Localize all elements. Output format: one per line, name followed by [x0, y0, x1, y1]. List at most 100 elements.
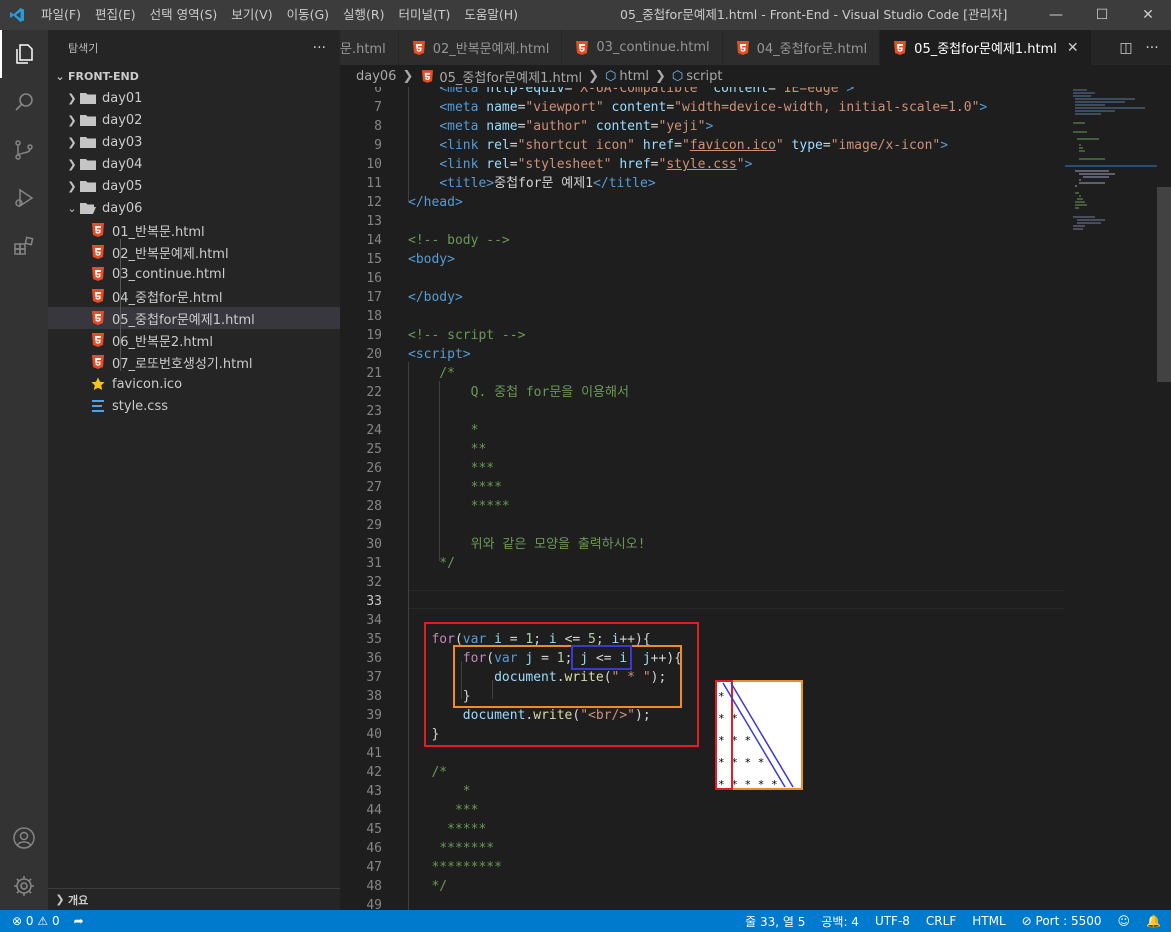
live-server-port[interactable]: ⊘ Port : 5500	[1022, 914, 1102, 928]
menu-go[interactable]: 이동(G)	[280, 0, 336, 30]
outline-section[interactable]: ❯ 개요	[48, 888, 340, 910]
tree-indent-guide	[120, 239, 121, 371]
folder-day06[interactable]: ⌄ day06	[48, 197, 340, 219]
folder-day03[interactable]: ❯ day03	[48, 131, 340, 153]
code-line: 28 *****	[366, 499, 510, 514]
tab-01-partial[interactable]: 문.html	[340, 30, 399, 65]
menu-terminal[interactable]: 터미널(T)	[392, 0, 458, 30]
live-share-icon[interactable]: ➦	[74, 914, 84, 928]
minimize-button[interactable]: —	[1033, 0, 1079, 30]
file-06[interactable]: 06_반복문2.html	[48, 329, 340, 351]
encoding-status[interactable]: UTF-8	[875, 914, 910, 928]
html5-icon	[735, 40, 751, 56]
chevron-right-icon: ❯	[588, 68, 600, 84]
folder-day05[interactable]: ❯ day05	[48, 175, 340, 197]
folder-icon	[80, 178, 96, 194]
code-line: 31 */	[366, 556, 455, 571]
code-line: 47 *********	[366, 860, 502, 875]
code-line: 11 <title>중첩for문 예제1</title>	[366, 176, 656, 191]
settings-gear-icon[interactable]	[0, 862, 48, 910]
file-07[interactable]: 07_로또번호생성기.html	[48, 351, 340, 373]
file-02[interactable]: 02_반복문예제.html	[48, 241, 340, 263]
file-04[interactable]: 04_중첩for문.html	[48, 285, 340, 307]
menu-edit[interactable]: 편집(E)	[88, 0, 143, 30]
minimap[interactable]	[1065, 87, 1157, 910]
warning-count: 0	[51, 914, 60, 928]
run-debug-icon[interactable]	[0, 174, 48, 222]
file-01[interactable]: 01_반복문.html	[48, 219, 340, 241]
source-control-icon[interactable]	[0, 126, 48, 174]
tab-label: 05_중첩for문예제1.html	[914, 42, 1057, 57]
errors-status[interactable]: ⊗ 0 ⚠ 0	[12, 914, 60, 928]
breadcrumb-folder[interactable]: day06	[356, 69, 396, 84]
close-window-button[interactable]: ✕	[1125, 0, 1171, 30]
warning-icon: ⚠	[37, 914, 49, 928]
menu-run[interactable]: 실행(R)	[336, 0, 391, 30]
html5-icon	[90, 332, 106, 348]
status-bar: ⊗ 0 ⚠ 0 ➦ 줄 33, 열 5 공백: 4 UTF-8 CRLF HTM…	[0, 910, 1171, 932]
breadcrumb-html[interactable]: html	[619, 69, 649, 84]
split-editor-icon[interactable]: ◫	[1113, 40, 1139, 56]
maximize-button[interactable]: ☐	[1079, 0, 1125, 30]
menu-view[interactable]: 보기(V)	[224, 0, 279, 30]
notifications-bell-icon[interactable]: 🔔	[1146, 914, 1161, 928]
breadcrumb-file[interactable]: 05_중첩for문예제1.html	[439, 67, 582, 86]
file-05-selected[interactable]: 05_중첩for문예제1.html	[48, 307, 340, 329]
code-line: 20 <script>	[366, 347, 471, 362]
search-icon[interactable]	[0, 78, 48, 126]
indentation-status[interactable]: 공백: 4	[821, 913, 859, 930]
html5-icon	[419, 68, 435, 84]
menu-selection[interactable]: 선택 영역(S)	[143, 0, 225, 30]
feedback-icon[interactable]: ☺	[1118, 914, 1131, 928]
condition-highlight-box	[571, 645, 632, 670]
extensions-icon[interactable]	[0, 222, 48, 270]
tab-label: 03_continue.html	[596, 40, 710, 55]
tab-05-active[interactable]: 05_중첩for문예제1.html ✕	[880, 30, 1092, 65]
vertical-scrollbar[interactable]	[1157, 87, 1171, 910]
file-label: 02_반복문예제.html	[112, 246, 229, 262]
breadcrumb-script[interactable]: script	[686, 69, 722, 84]
workspace-root[interactable]: ⌄ FRONT-END	[48, 65, 340, 87]
html5-icon	[411, 40, 427, 56]
file-label: 03_continue.html	[112, 266, 226, 282]
output-preview-annotations	[715, 680, 803, 790]
folder-label: day01	[102, 90, 143, 106]
chevron-right-icon: ❯	[402, 68, 414, 84]
explorer-icon[interactable]	[0, 30, 48, 78]
eol-status[interactable]: CRLF	[926, 914, 956, 928]
menu-help[interactable]: 도움말(H)	[457, 0, 525, 30]
code-line: 9 <link rel="shortcut icon" href="favico…	[374, 138, 949, 153]
code-line: 23	[366, 404, 382, 419]
code-line: 14 <!-- body -->	[366, 233, 510, 248]
language-mode[interactable]: HTML	[972, 914, 1005, 928]
folder-day02[interactable]: ❯ day02	[48, 109, 340, 131]
code-line: 7 <meta name="viewport" content="width=d…	[374, 100, 988, 115]
file-label: 01_반복문.html	[112, 224, 205, 240]
code-line: 13	[366, 214, 382, 229]
file-favicon[interactable]: favicon.ico	[48, 373, 340, 395]
html5-icon	[90, 354, 106, 370]
chevron-right-icon: ❯	[67, 135, 77, 149]
folder-label: day02	[102, 112, 143, 128]
tab-03[interactable]: 03_continue.html	[562, 30, 723, 65]
chevron-right-icon: ❯	[67, 91, 77, 105]
chevron-down-icon: ⌄	[67, 201, 77, 215]
star-icon	[90, 376, 106, 392]
cursor-position[interactable]: 줄 33, 열 5	[745, 913, 805, 930]
folder-day01[interactable]: ❯ day01	[48, 87, 340, 109]
file-03[interactable]: 03_continue.html	[48, 263, 340, 285]
code-editor[interactable]: 6 <meta http-equiv="X-UA-Compatible" con…	[340, 87, 1065, 910]
tab-02[interactable]: 02_반복문예제.html	[398, 30, 563, 65]
file-style-css[interactable]: style.css	[48, 395, 340, 417]
explorer-more-actions-button[interactable]: ···	[313, 40, 326, 56]
folder-day04[interactable]: ❯ day04	[48, 153, 340, 175]
menu-file[interactable]: 파일(F)	[34, 0, 88, 30]
more-actions-icon[interactable]: ···	[1139, 40, 1165, 56]
tab-04[interactable]: 04_중첩for문.html	[722, 30, 881, 65]
folder-icon	[80, 156, 96, 172]
scrollbar-thumb[interactable]	[1157, 187, 1171, 382]
chevron-right-icon: ❯	[67, 113, 77, 127]
close-tab-icon[interactable]: ✕	[1067, 40, 1079, 56]
code-line: 26 ***	[366, 461, 495, 476]
account-icon[interactable]	[0, 814, 48, 862]
